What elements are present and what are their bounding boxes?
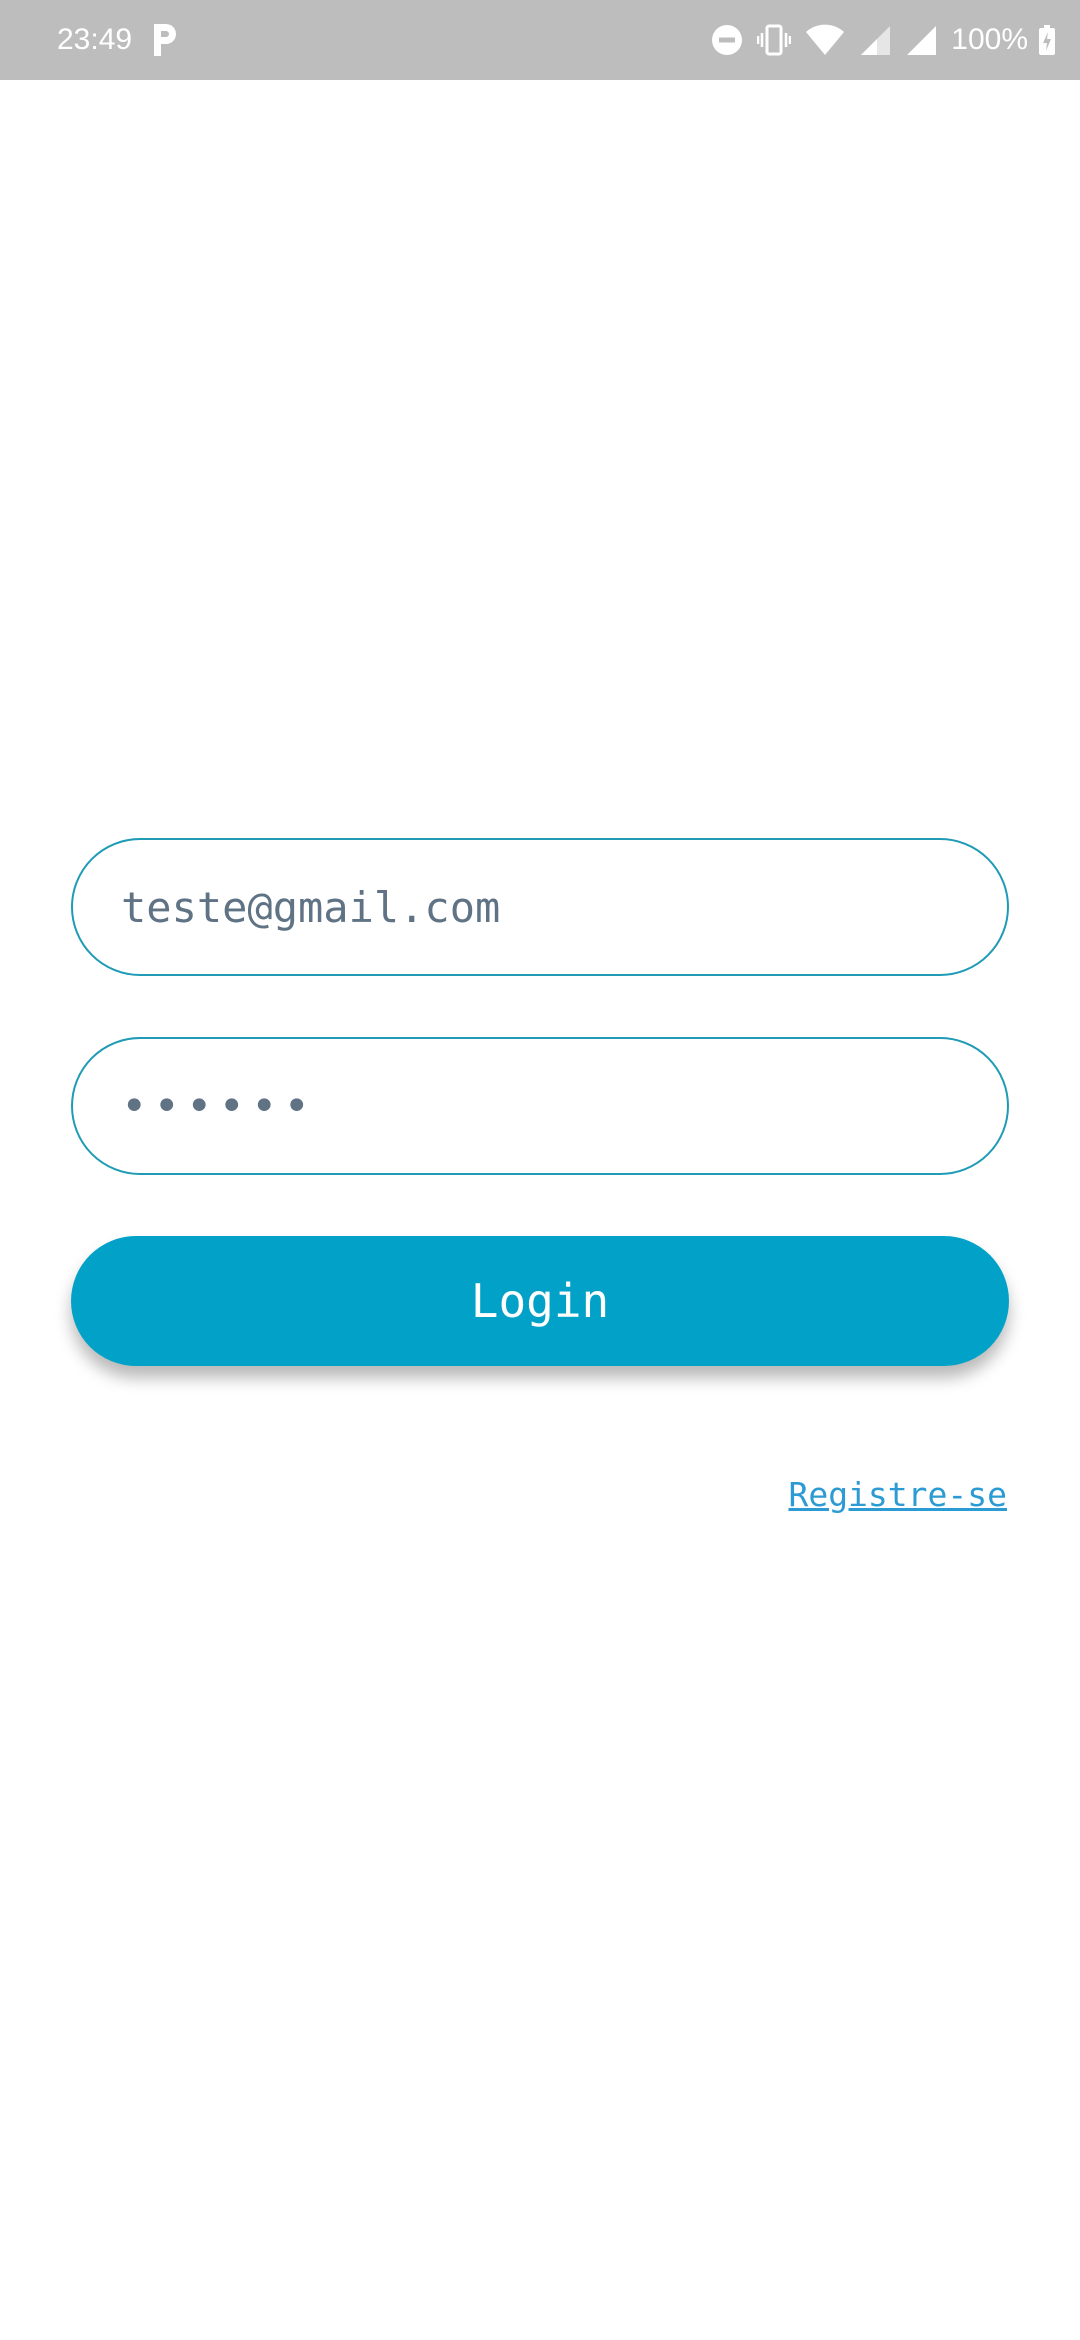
email-input[interactable]	[121, 840, 959, 974]
status-bar: 23:49 100%	[0, 0, 1080, 80]
email-field[interactable]	[71, 838, 1009, 976]
battery-charging-icon	[1039, 25, 1055, 55]
login-screen: 23:49 100% teste@gmail.com •••••• Login …	[0, 0, 1080, 2340]
signal-icon	[861, 26, 891, 55]
signal-full-icon	[907, 26, 937, 55]
password-field[interactable]	[71, 1037, 1009, 1175]
status-icons: 100%	[711, 18, 1056, 62]
status-time: 23:49	[57, 23, 133, 56]
vibrate-icon	[757, 24, 792, 56]
do-not-disturb-icon	[712, 25, 743, 55]
battery-percentage: 100%	[951, 23, 1028, 56]
login-button[interactable]: Login	[71, 1236, 1009, 1366]
wifi-icon	[806, 24, 845, 55]
parking-app-icon	[154, 24, 176, 56]
password-input[interactable]	[121, 1039, 959, 1173]
register-link[interactable]: Registre-se	[788, 1470, 1007, 1520]
